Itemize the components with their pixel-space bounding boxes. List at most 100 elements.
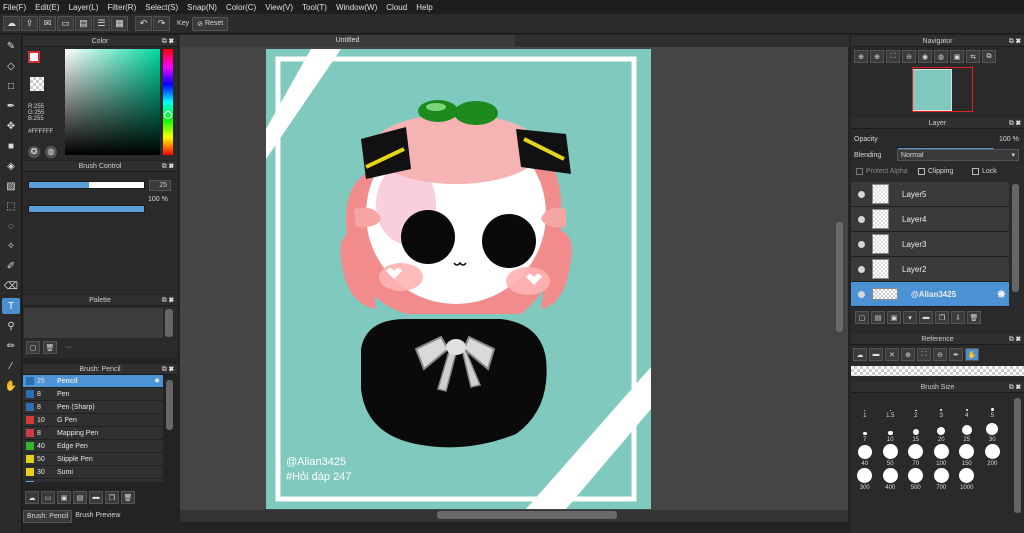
brush-size-cell[interactable]: 100 — [929, 443, 955, 467]
navigator-viewport-frame[interactable] — [912, 67, 973, 112]
menu-file[interactable]: File(F) — [3, 3, 26, 12]
brush-size-cell[interactable]: 70 — [903, 443, 929, 467]
frame-tool-icon[interactable]: ⚲ — [2, 318, 20, 334]
delete-layer-icon[interactable]: 🗑 — [967, 311, 981, 324]
palette-scrollbar[interactable] — [165, 309, 173, 337]
palette-more[interactable]: ··· — [65, 344, 72, 351]
layer-row[interactable]: Layer2 — [851, 257, 1009, 282]
brush-size-cell[interactable]: 400 — [878, 467, 904, 491]
menu-view[interactable]: View(V) — [265, 3, 293, 12]
brush-tool-icon[interactable]: ✎ — [2, 38, 20, 54]
duplicate-brush-icon[interactable]: ❐ — [105, 491, 119, 504]
new-layer-icon[interactable]: ▢ — [855, 311, 869, 324]
layer-row[interactable]: Layer5 — [851, 182, 1009, 207]
grid-icon[interactable]: ▦ — [111, 16, 128, 31]
menu-edit[interactable]: Edit(E) — [35, 3, 59, 12]
text-tool-icon[interactable]: T — [2, 298, 20, 314]
layer-row[interactable]: Layer3 — [851, 232, 1009, 257]
menu-help[interactable]: Help — [416, 3, 432, 12]
panel-float-close-icon[interactable]: ⧉ ✖ — [162, 295, 174, 306]
color-picker-icon[interactable]: ✪ — [28, 146, 40, 158]
brush-size-cell[interactable]: 500 — [903, 467, 929, 491]
menu-tool[interactable]: Tool(T) — [302, 3, 327, 12]
visibility-eye-icon[interactable] — [858, 265, 865, 273]
shape-tool-icon[interactable]: □ — [2, 78, 20, 94]
clipping[interactable]: Clipping — [918, 168, 953, 175]
checkbox-icon[interactable] — [918, 168, 925, 175]
rotate-reset-icon[interactable]: ◍ — [934, 50, 948, 63]
layer-folder-icon[interactable]: ▬ — [919, 311, 933, 324]
layer-list-scrollbar[interactable] — [1012, 184, 1019, 292]
select-pen-tool-icon[interactable]: ✐ — [2, 258, 20, 274]
brush-size-cell[interactable]: 1000 — [954, 467, 980, 491]
brush-item[interactable]: 50 Stipple Pen — [23, 453, 163, 466]
color-mixer-icon[interactable]: ◍ — [45, 146, 57, 158]
list-icon[interactable]: ☰ — [93, 16, 110, 31]
panel-float-close-icon[interactable]: ⧉ ✖ — [1009, 36, 1021, 47]
panel-float-close-icon[interactable]: ⧉ ✖ — [1009, 334, 1021, 345]
new-layer-8bit-icon[interactable]: ▤ — [871, 311, 885, 324]
new-layer-1bit-icon[interactable]: ▣ — [887, 311, 901, 324]
open-reference-icon[interactable]: ▬ — [869, 348, 883, 361]
menu-layer[interactable]: Layer(L) — [69, 3, 99, 12]
close-reference-icon[interactable]: ✕ — [885, 348, 899, 361]
brush-size-cell[interactable]: 10 — [878, 419, 904, 443]
panel-float-close-icon[interactable]: ⧉ ✖ — [162, 36, 174, 47]
view-icon[interactable]: ⧉ — [982, 50, 996, 63]
brush-size-cell[interactable]: 1.5 — [878, 395, 904, 419]
add-brush-icon[interactable]: ▣ — [57, 491, 71, 504]
menu-cloud[interactable]: Cloud — [386, 3, 407, 12]
select-eraser-tool-icon[interactable]: ⌫ — [2, 278, 20, 294]
brush-size-cell[interactable]: 20 — [929, 419, 955, 443]
transparent-swatch[interactable] — [30, 77, 44, 91]
brush-item[interactable]: 25 Pencil ✸ — [23, 375, 163, 388]
add-layer-menu-icon[interactable]: ▾ — [903, 311, 917, 324]
brush-item[interactable]: 40 Edge Pen — [23, 440, 163, 453]
checkbox-icon[interactable] — [856, 168, 863, 175]
tab-brush-preview[interactable]: Brush Preview — [72, 510, 123, 523]
hand-tool-icon[interactable]: ✋ — [2, 378, 20, 394]
gear-icon[interactable]: ✸ — [997, 288, 1006, 301]
fullscreen-icon[interactable]: ▣ — [950, 50, 964, 63]
brush-size-cell[interactable]: 2 — [903, 395, 929, 419]
brush-size-cell[interactable]: 50 — [878, 443, 904, 467]
magic-wand-tool-icon[interactable]: ✧ — [2, 238, 20, 254]
brush-size-cell[interactable]: 7 — [852, 419, 878, 443]
visibility-eye-icon[interactable] — [858, 190, 865, 198]
flip-icon[interactable]: ⇆ — [966, 50, 980, 63]
brush-item[interactable]: 8 Pen (Sharp) — [23, 401, 163, 414]
layer-row[interactable]: Layer4 — [851, 207, 1009, 232]
reference-canvas[interactable] — [851, 366, 1024, 376]
layer-row[interactable]: @Alian3425 ✸ — [851, 282, 1009, 307]
brush-size-cell[interactable]: 15 — [903, 419, 929, 443]
zoom-in-icon-2[interactable]: ⊕ — [870, 50, 884, 63]
brush-size-cell[interactable]: 4 — [954, 395, 980, 419]
checkbox-icon[interactable] — [972, 168, 979, 175]
gear-icon[interactable]: ✸ — [154, 377, 160, 385]
brush-size-cell[interactable]: 1 — [852, 395, 878, 419]
delete-brush-icon[interactable]: 🗑 — [121, 491, 135, 504]
brush-size-cell[interactable]: 30 — [980, 419, 1006, 443]
copy-brush-icon[interactable]: ▤ — [73, 491, 87, 504]
menu-select[interactable]: Select(S) — [145, 3, 178, 12]
reference-eyedropper-icon[interactable]: ✒ — [949, 348, 963, 361]
brush-size-slider[interactable] — [28, 181, 145, 189]
brush-folder-icon[interactable]: ▬ — [89, 491, 103, 504]
tab-brush-pencil[interactable]: Brush: Pencil — [23, 510, 73, 523]
brush-size-input[interactable]: 25 — [149, 180, 171, 191]
protect-alpha[interactable]: Protect Alpha — [856, 168, 908, 175]
rect-fill-tool-icon[interactable]: ■ — [2, 138, 20, 154]
document-icon[interactable]: ▤ — [75, 16, 92, 31]
hue-slider-handle[interactable] — [164, 111, 172, 119]
delete-palette-icon[interactable]: 🗑 — [43, 341, 57, 354]
reset-button[interactable]: ⊘ Reset — [192, 16, 229, 31]
brush-size-cell[interactable]: 200 — [980, 443, 1006, 467]
brush-size-cell[interactable]: 700 — [929, 467, 955, 491]
visibility-eye-icon[interactable] — [858, 240, 865, 248]
undo-icon[interactable]: ↶ — [135, 16, 152, 31]
export-icon[interactable]: ⇪ — [21, 16, 38, 31]
vertical-scrollbar[interactable] — [836, 222, 843, 332]
folder-icon[interactable]: ▭ — [41, 491, 55, 504]
menu-color[interactable]: Color(C) — [226, 3, 256, 12]
artwork-canvas[interactable] — [266, 49, 651, 509]
